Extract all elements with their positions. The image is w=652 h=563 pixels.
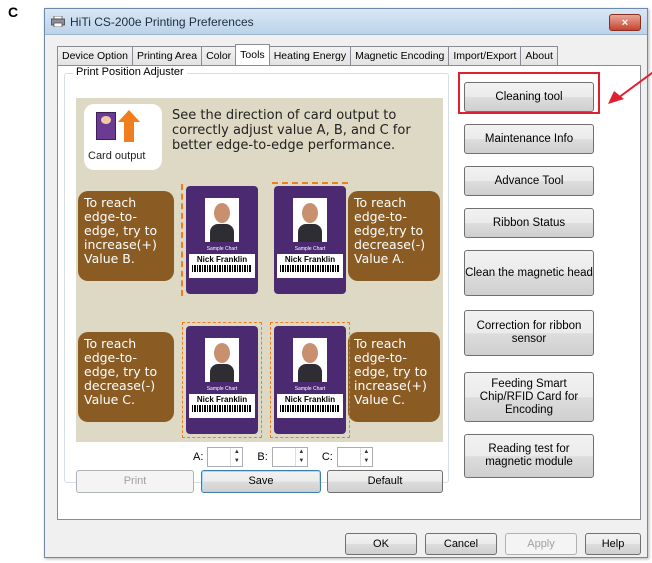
title-bar: HiTi CS-200e Printing Preferences [45,9,647,35]
help-button[interactable]: Help [585,533,641,555]
portrait [205,198,239,242]
tab-heating-energy[interactable]: Heating Energy [268,46,352,65]
sample-card: Sample Chart Nick Franklin 1316478644564… [274,186,346,294]
barcode [280,405,340,412]
spinner-arrows-icon[interactable]: ▲ ▼ [294,448,307,466]
tools-panel: Print Position Adjuster Card output See … [57,65,652,520]
tab-color[interactable]: Color [201,46,237,65]
portrait [293,338,327,382]
smart-chip-rfid-feed-button[interactable]: Feeding Smart Chip/RFID Card for Encodin… [464,372,594,422]
barcode [192,405,252,412]
tab-tools[interactable]: Tools [235,44,270,65]
arrow-up-icon [118,110,140,122]
value-b-label: B: [257,451,268,463]
tab-magnetic-encoding[interactable]: Magnetic Encoding [350,46,450,65]
ok-button[interactable]: OK [345,533,417,555]
card-output-label: Card output [88,150,146,162]
sample-card: Sample Chart Nick Franklin 1316478644564… [186,326,258,434]
value-c-label: C: [321,451,333,463]
value-a-label: A: [193,451,204,463]
annotation-arrow-icon [608,71,652,104]
value-b-spinner[interactable]: ▲ ▼ [271,447,308,467]
barcode [280,265,340,272]
card-name: Nick Franklin [196,255,248,264]
hint-bubble-value-a: To reach edge-to-edge,try to decrease(-)… [348,191,440,281]
card-name: Nick Franklin [284,395,336,404]
sample-card: Sample Chart Nick Franklin 1316478644564… [186,186,258,294]
printing-preferences-window: HiTi CS-200e Printing Preferences × Devi… [44,8,652,558]
ribbon-sensor-correction-button[interactable]: Correction for ribbon sensor [464,310,594,356]
value-c-spinner[interactable]: ▲ ▼ [336,447,373,467]
portrait [205,338,239,382]
hint-bubble-value-b: To reach edge-to-edge, try to increase(+… [78,191,174,281]
window-title: HiTi CS-200e Printing Preferences [70,14,254,29]
cancel-button[interactable]: Cancel [425,533,497,555]
card-icon [96,112,116,140]
apply-button[interactable]: Apply [505,533,577,555]
illustration-description: See the direction of card output to corr… [172,108,411,153]
tab-about[interactable]: About [520,46,558,65]
cleaning-tool-highlight [458,72,600,114]
printer-icon [51,16,65,27]
portrait [293,198,327,242]
spinner-arrows-icon[interactable]: ▲ ▼ [359,448,372,466]
group-label: Print Position Adjuster [73,66,187,78]
save-button[interactable]: Save [201,470,321,493]
figure-letter: C [8,4,19,20]
print-position-illustration: Card output See the direction of card ou… [76,98,443,442]
clean-magnetic-head-button[interactable]: Clean the magnetic head [464,250,594,296]
sample-card: Sample Chart Nick Franklin 1316478644564… [274,326,346,434]
maintenance-info-button[interactable]: Maintenance Info [464,124,594,154]
advance-tool-button[interactable]: Advance Tool [464,166,594,196]
ribbon-status-button[interactable]: Ribbon Status [464,208,594,238]
card-name: Nick Franklin [284,255,336,264]
card-name: Nick Franklin [196,395,248,404]
tab-import-export[interactable]: Import/Export [448,46,522,65]
tab-printing-area[interactable]: Printing Area [131,46,203,65]
default-button[interactable]: Default [327,470,443,493]
position-values-row: A: ▲ ▼ B: ▲ ▼ C: ▲ ▼ [193,447,387,467]
card-output-box: Card output [84,104,162,170]
barcode [192,265,252,272]
print-position-group: Print Position Adjuster Card output See … [64,66,449,493]
hint-bubble-value-c-increase: To reach edge-to-edge, try to increase(+… [348,332,440,422]
close-button[interactable]: × [609,14,641,31]
tab-strip: Device Option Printing Area Color Tools … [57,44,558,65]
spinner-arrows-icon[interactable]: ▲ ▼ [230,448,242,466]
tab-device-option[interactable]: Device Option [57,46,133,65]
value-a-spinner[interactable]: ▲ ▼ [207,447,244,467]
magnetic-module-test-button[interactable]: Reading test for magnetic module [464,434,594,478]
print-button[interactable]: Print [76,470,194,493]
hint-bubble-value-c-decrease: To reach edge-to-edge, try to decrease(-… [78,332,174,422]
